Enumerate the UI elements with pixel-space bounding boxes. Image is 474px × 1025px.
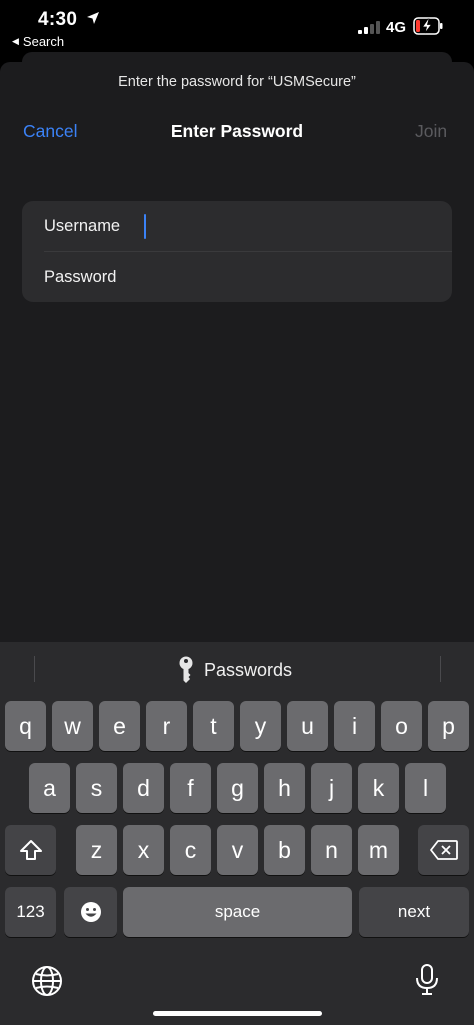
numbers-key[interactable]: 123 [5, 887, 56, 937]
home-indicator [153, 1011, 322, 1016]
cell-signal-icon [358, 21, 380, 34]
key-r[interactable]: r [146, 701, 187, 751]
key-g[interactable]: g [217, 763, 258, 813]
password-label: Password [44, 268, 117, 286]
key-p-label: p [442, 712, 455, 739]
username-field[interactable]: Username [22, 201, 452, 251]
password-prompt: Enter the password for “USMSecure” [118, 74, 356, 90]
key-a[interactable]: a [29, 763, 70, 813]
key-icon [179, 656, 193, 683]
key-y-label: y [254, 712, 267, 739]
key-g-label: g [231, 774, 244, 801]
back-app-label: Search [22, 34, 65, 49]
globe-icon[interactable] [31, 965, 63, 997]
key-r-label: r [162, 712, 171, 739]
suggestion-divider [440, 656, 441, 682]
key-m-label: m [368, 836, 389, 863]
key-a-label: a [43, 774, 56, 801]
text-cursor [144, 214, 146, 239]
key-v-label: v [231, 836, 244, 863]
next-key[interactable]: next [359, 887, 469, 937]
next-key-label: next [397, 902, 431, 921]
key-l[interactable]: l [405, 763, 446, 813]
suggestion-bar: Passwords [0, 642, 474, 694]
key-t-label: t [210, 712, 217, 739]
key-f-label: f [187, 774, 194, 801]
key-b-label: b [278, 836, 291, 863]
status-time: 4:30 [38, 9, 78, 30]
space-key-label: space [214, 902, 261, 921]
back-triangle-icon: ◀ [12, 36, 19, 46]
page-title: Enter Password [170, 121, 304, 141]
key-c[interactable]: c [170, 825, 211, 875]
status-bar: 4:30 ◀ Search 4G [0, 0, 474, 52]
key-n-label: n [325, 836, 338, 863]
key-w-label: w [64, 712, 81, 739]
location-arrow-icon [87, 12, 99, 24]
space-key[interactable]: space [123, 887, 352, 937]
key-f[interactable]: f [170, 763, 211, 813]
key-c-label: c [184, 836, 197, 863]
key-w[interactable]: w [52, 701, 93, 751]
shift-key[interactable] [5, 825, 56, 875]
key-i[interactable]: i [334, 701, 375, 751]
key-h-label: h [278, 774, 291, 801]
key-z[interactable]: z [76, 825, 117, 875]
key-b[interactable]: b [264, 825, 305, 875]
key-e[interactable]: e [99, 701, 140, 751]
key-p[interactable]: p [428, 701, 469, 751]
key-t[interactable]: t [193, 701, 234, 751]
delete-key[interactable] [418, 825, 469, 875]
credentials-form: Username Password [22, 201, 452, 302]
key-j[interactable]: j [311, 763, 352, 813]
key-h[interactable]: h [264, 763, 305, 813]
key-k[interactable]: k [358, 763, 399, 813]
key-o[interactable]: o [381, 701, 422, 751]
suggestion-divider [34, 656, 35, 682]
key-q-label: q [19, 712, 32, 739]
key-z-label: z [90, 836, 103, 863]
microphone-icon[interactable] [414, 963, 440, 997]
username-label: Username [44, 217, 121, 235]
key-q[interactable]: q [5, 701, 46, 751]
key-v[interactable]: v [217, 825, 258, 875]
key-i-label: i [351, 712, 358, 739]
key-x[interactable]: x [123, 825, 164, 875]
delete-icon [429, 840, 458, 860]
key-s[interactable]: s [76, 763, 117, 813]
numbers-key-label: 123 [16, 902, 45, 921]
key-e-label: e [113, 712, 126, 739]
key-s-label: s [90, 774, 103, 801]
key-o-label: o [395, 712, 408, 739]
key-u[interactable]: u [287, 701, 328, 751]
key-j-label: j [328, 774, 335, 801]
key-l-label: l [422, 774, 429, 801]
key-y[interactable]: y [240, 701, 281, 751]
back-to-app-button[interactable]: ◀ Search [12, 34, 64, 49]
key-u-label: u [301, 712, 314, 739]
password-sheet [0, 62, 474, 662]
passwords-label: Passwords [204, 659, 293, 680]
password-field[interactable]: Password [22, 252, 452, 302]
key-n[interactable]: n [311, 825, 352, 875]
passwords-suggestion[interactable]: Passwords [176, 656, 292, 684]
join-button[interactable]: Join [415, 121, 447, 142]
emoji-icon [80, 902, 101, 922]
key-k-label: k [372, 774, 385, 801]
key-m[interactable]: m [358, 825, 399, 875]
key-d-label: d [137, 774, 150, 801]
key-d[interactable]: d [123, 763, 164, 813]
network-type: 4G [386, 19, 407, 36]
key-x-label: x [137, 836, 150, 863]
battery-charging-icon [413, 17, 443, 35]
shift-icon [19, 840, 42, 860]
emoji-key[interactable] [64, 887, 117, 937]
